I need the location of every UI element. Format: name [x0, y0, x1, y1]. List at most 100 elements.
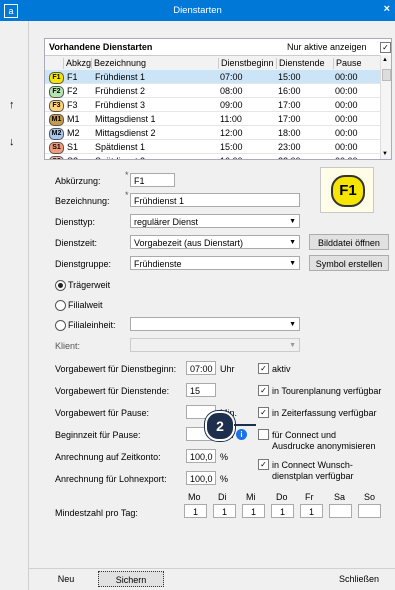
dienstgruppe-select[interactable]: Frühdienste ▼	[130, 256, 300, 270]
table-row[interactable]: M2 M2 Mittagsdienst 2 12:00 18:00 00:00	[45, 126, 381, 140]
cell-pause: 00:00	[335, 114, 358, 124]
abk-input[interactable]: F1	[130, 173, 175, 187]
dienstarten-grid: Vorhandene Dienstarten Nur aktive anzeig…	[44, 38, 392, 160]
chk-aktiv-label: aktiv	[272, 364, 291, 374]
vb-ende-label: Vorgabewert für Dienstende:	[55, 386, 170, 396]
filter-label: Nur aktive anzeigen	[287, 42, 367, 52]
gruppe-label: Dienstgruppe:	[55, 259, 112, 269]
table-row[interactable]: M1 M1 Mittagsdienst 1 11:00 17:00 00:00	[45, 112, 381, 126]
unit-pct: %	[220, 452, 229, 462]
radio-traegerweit[interactable]	[55, 280, 66, 291]
symbol-button[interactable]: Symbol erstellen	[309, 255, 389, 271]
day-fr: Fr	[305, 492, 314, 502]
arrow-down-icon[interactable]: ↓	[9, 136, 15, 148]
radio-filialweit-label: Filialweit	[68, 300, 103, 310]
mindest-do[interactable]: 1	[271, 504, 294, 518]
title-bar: a Dienstarten ×	[0, 0, 395, 21]
lohn-label: Anrechnung für Lohnexport:	[55, 474, 167, 484]
shift-badge-icon: S1	[49, 142, 64, 154]
bez-input[interactable]: Frühdienst 1	[130, 193, 300, 207]
radio-filialweit[interactable]	[55, 300, 66, 311]
schliessen-button[interactable]: Schließen	[330, 571, 388, 587]
cell-bez: Frühdienst 2	[95, 86, 146, 96]
sichern-button[interactable]: Sichern	[98, 571, 164, 587]
grid-header: Vorhandene Dienstarten Nur aktive anzeig…	[45, 39, 391, 55]
col-pause[interactable]: Pause	[333, 58, 362, 69]
mindest-so[interactable]	[358, 504, 381, 518]
mindest-label: Mindestzahl pro Tag:	[55, 508, 138, 518]
mindest-mo[interactable]: 1	[184, 504, 207, 518]
klient-select[interactable]: ▼	[130, 338, 300, 352]
cell-bez: Spätdienst 1	[95, 142, 146, 152]
col-dienstende[interactable]: Dienstende	[276, 58, 325, 69]
vb-ende-input[interactable]: 15	[186, 383, 216, 397]
chk-connect-label-2: Ausdrucke anonymisieren	[272, 441, 376, 451]
cell-bez: Frühdienst 1	[95, 72, 146, 82]
col-abkzg[interactable]: Abkzg	[63, 58, 91, 69]
dienstgruppe-value: Frühdienste	[134, 259, 182, 269]
filter-checkbox[interactable]: ✓	[380, 42, 391, 53]
mindest-mi[interactable]: 1	[242, 504, 265, 518]
shift-badge-icon: M2	[49, 128, 64, 140]
chk-connect[interactable]	[258, 429, 269, 440]
required-marker: *	[125, 170, 129, 180]
day-mi: Mi	[246, 492, 256, 502]
arrow-up-icon[interactable]: ↑	[9, 99, 15, 111]
konto-label: Anrechnung auf Zeitkonto:	[55, 452, 161, 462]
beginn-pause-label: Beginnzeit für Pause:	[55, 430, 141, 440]
radio-filialeinheit[interactable]	[55, 320, 66, 331]
cell-beg: 16:00	[220, 156, 243, 159]
table-row[interactable]: F2 F2 Frühdienst 2 08:00 16:00 00:00	[45, 84, 381, 98]
diensttyp-select[interactable]: regulärer Dienst ▼	[130, 214, 300, 228]
chevron-down-icon: ▼	[289, 321, 296, 328]
lohn-input[interactable]: 100,0	[186, 471, 216, 485]
cell-beg: 11:00	[220, 114, 242, 124]
konto-input[interactable]: 100,0	[186, 449, 216, 463]
vb-beginn-input[interactable]: 07:00	[186, 361, 216, 375]
grid-scrollbar[interactable]: ▲ ▼	[380, 55, 391, 159]
unit-uhr: Uhr	[220, 364, 235, 374]
day-do: Do	[276, 492, 288, 502]
mindest-sa[interactable]	[329, 504, 352, 518]
table-row[interactable]: S2S2 Spätdienst 2 16:00 22:00 00:00	[45, 154, 381, 159]
cell-end: 22:00	[278, 156, 301, 159]
day-sa: Sa	[334, 492, 346, 502]
cell-pause: 00:00	[335, 128, 358, 138]
cell-abk: M1	[67, 114, 80, 124]
chevron-down-icon: ▼	[289, 218, 296, 225]
mindest-fr[interactable]: 1	[300, 504, 323, 518]
chk-tour[interactable]: ✓	[258, 385, 269, 396]
chk-zeit[interactable]: ✓	[258, 407, 269, 418]
cell-end: 16:00	[278, 86, 301, 96]
dienstzeit-value: Vorgabezeit (aus Dienstart)	[134, 238, 244, 248]
table-row[interactable]: S1 S1 Spätdienst 1 15:00 23:00 00:00	[45, 140, 381, 154]
neu-button[interactable]: Neu	[42, 571, 90, 587]
cell-beg: 08:00	[220, 86, 243, 96]
shift-badge-icon: S2	[49, 156, 64, 159]
day-so: So	[364, 492, 376, 502]
table-row[interactable]: F3 F3 Frühdienst 3 09:00 17:00 00:00	[45, 98, 381, 112]
close-icon[interactable]: ×	[384, 3, 390, 15]
day-mo: Mo	[188, 492, 201, 502]
column-headers: Abkzg Bezeichnung Dienstbeginn Dienstend…	[45, 55, 391, 71]
chk-wunsch[interactable]: ✓	[258, 459, 269, 470]
scroll-up-icon[interactable]: ▲	[382, 57, 388, 63]
table-row[interactable]: F1 F1 Frühdienst 1 07:00 15:00 00:00	[45, 70, 381, 84]
cell-end: 18:00	[278, 128, 301, 138]
chk-wunsch-label-2: dienstplan verfügbar	[272, 471, 354, 481]
cell-beg: 12:00	[220, 128, 243, 138]
info-icon[interactable]: i	[236, 429, 247, 440]
bilddatei-button[interactable]: Bilddatei öffnen	[309, 234, 389, 250]
chevron-down-icon: ▼	[289, 239, 296, 246]
col-bezeichnung[interactable]: Bezeichnung	[91, 58, 146, 69]
dienstzeit-select[interactable]: Vorgabezeit (aus Dienstart) ▼	[130, 235, 300, 249]
chk-aktiv[interactable]: ✓	[258, 363, 269, 374]
filialeinheit-select[interactable]: ▼	[130, 317, 300, 331]
mindest-di[interactable]: 1	[213, 504, 236, 518]
scroll-down-icon[interactable]: ▼	[382, 151, 388, 157]
vb-pause-label: Vorgabewert für Pause:	[55, 408, 150, 418]
shift-badge-icon: F3	[49, 100, 64, 112]
cell-abk: F3	[67, 100, 78, 110]
col-dienstbeginn[interactable]: Dienstbeginn	[218, 58, 274, 69]
scroll-thumb[interactable]	[382, 69, 391, 81]
